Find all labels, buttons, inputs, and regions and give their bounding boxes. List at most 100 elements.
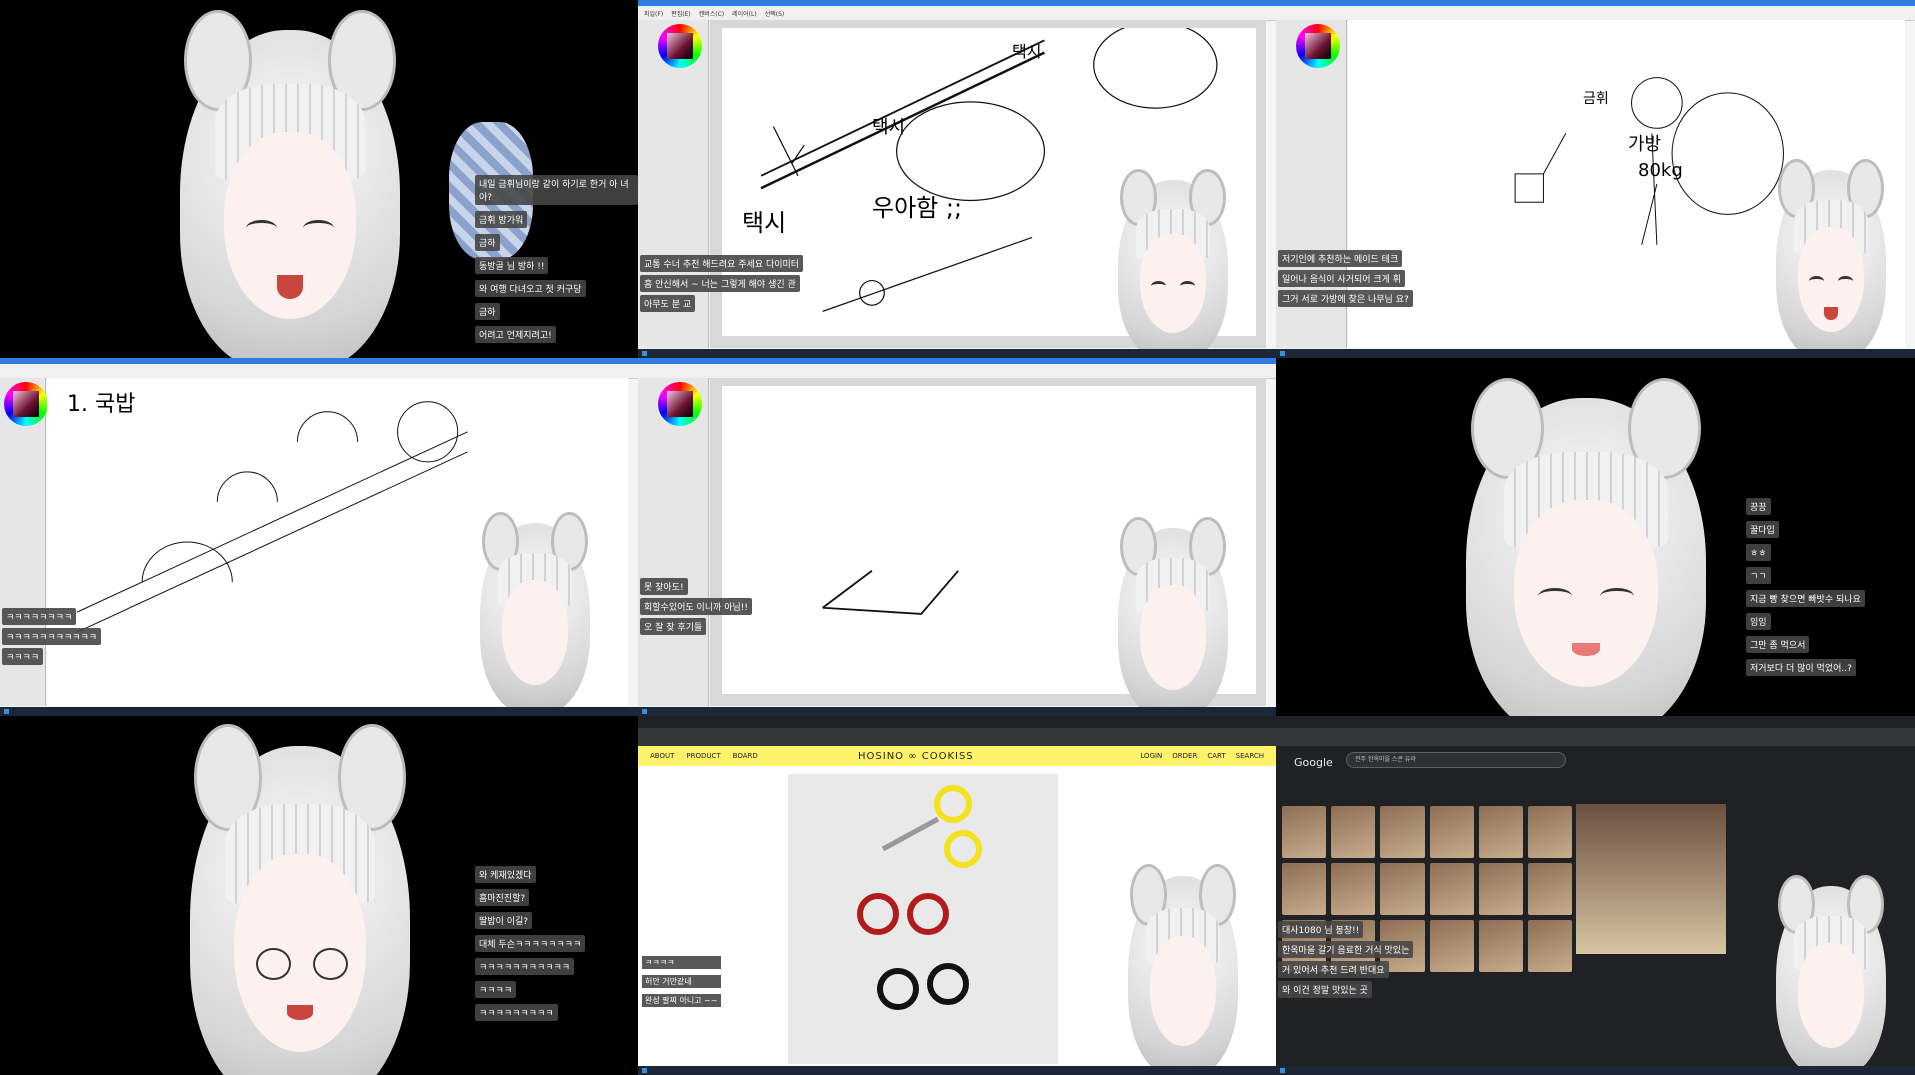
color-wheel[interactable] — [4, 382, 48, 426]
vtuber-avatar — [190, 724, 410, 1075]
doodle-label: 1. 국밥 — [67, 392, 136, 417]
vtuber-avatar-small — [480, 511, 590, 713]
google-logo: Google — [1294, 756, 1333, 769]
doodle-label: 우아함 ;; — [872, 194, 963, 222]
taskbar[interactable] — [1276, 1066, 1915, 1075]
chat-message: ㅎㅎ — [1746, 544, 1771, 561]
browser-chrome[interactable] — [1276, 716, 1915, 746]
image-result[interactable] — [1429, 863, 1474, 915]
nav-board[interactable]: BOARD — [733, 752, 758, 760]
nav-order[interactable]: ORDER — [1172, 752, 1197, 760]
chat-message: 거 있어서 추천 드려 반대요 — [1278, 961, 1389, 978]
vtuber-avatar — [180, 9, 400, 358]
chat-message: 아무도 분 교 — [640, 295, 696, 312]
taskbar[interactable] — [638, 349, 1276, 358]
panel-google-images: Google 전주 한옥마을 스콘 유랴 대사1080 님 봉창!! 한옥마을 … — [1276, 716, 1915, 1075]
search-input[interactable]: 전주 한옥마을 스콘 유랴 — [1346, 752, 1566, 768]
image-result[interactable] — [1527, 863, 1572, 915]
taskbar[interactable] — [0, 707, 638, 716]
browser-chrome[interactable] — [638, 716, 1276, 746]
image-result[interactable] — [1527, 806, 1572, 858]
nav-product[interactable]: PRODUCT — [686, 752, 720, 760]
nav-login[interactable]: LOGIN — [1140, 752, 1162, 760]
color-wheel[interactable] — [658, 382, 702, 426]
chat-message: 흠 안신해서 ~ 너는 그렇게 해야 생긴 관 — [640, 275, 800, 292]
doodle-label: 금휘 — [1583, 91, 1609, 107]
panel-paint-bowl: 못 찾아도! 회할수있어도 이니까 아님!! 오 잘 찾 후기들 — [638, 358, 1276, 716]
image-result[interactable] — [1331, 863, 1376, 915]
chat-message: 금하 — [475, 303, 500, 320]
image-result[interactable] — [1478, 863, 1523, 915]
image-result[interactable] — [1282, 806, 1327, 858]
color-wheel[interactable] — [658, 24, 702, 68]
chat-message: 저거보다 더 많이 먹었어..? — [1746, 659, 1856, 676]
menu-canvas[interactable]: 캔버스(C) — [699, 9, 724, 18]
image-result[interactable] — [1478, 806, 1523, 858]
vtuber-avatar-small — [1118, 516, 1228, 716]
tool-panel[interactable] — [638, 378, 709, 706]
vtuber-avatar — [1466, 377, 1706, 716]
doodle-label: 택시 — [742, 209, 787, 237]
nav-cart[interactable]: CART — [1207, 752, 1225, 760]
image-result[interactable] — [1282, 863, 1327, 915]
menu-edit[interactable]: 편집(E) — [671, 9, 691, 18]
chat-message: 어려고 언제지려고! — [475, 326, 556, 343]
chat-message: 허안 거만같네 — [642, 975, 721, 988]
menu-file[interactable]: 파일(F) — [644, 9, 663, 18]
chat-overlay: 와 케재있겠다 흠마진진할? 딸밥이 이길? 대체 두슨ㅋㅋㅋㅋㅋㅋㅋㅋ ㅋㅋㅋ… — [475, 866, 586, 1021]
image-result[interactable] — [1380, 806, 1425, 858]
site-logo[interactable]: HOSINO ∞ COOKISS — [858, 751, 974, 762]
image-result[interactable] — [1331, 806, 1376, 858]
browser-tabs[interactable] — [1276, 716, 1915, 728]
chat-message: ㅋㅋㅋㅋ — [642, 956, 721, 969]
vtuber-avatar-small — [1776, 158, 1886, 358]
taskbar[interactable] — [638, 1066, 1276, 1075]
doodle-label: 가방 — [1628, 134, 1662, 155]
browser-tabs[interactable] — [638, 716, 1276, 728]
nav-search[interactable]: SEARCH — [1236, 752, 1264, 760]
image-result[interactable] — [1527, 920, 1572, 972]
menu-select[interactable]: 선택(S) — [765, 9, 785, 18]
panel-avatar-cheer: 내일 금휘님이랑 같이 하기로 한거 아 녀아? 금휘 방가워 금하 동방골 님… — [0, 0, 638, 358]
image-result[interactable] — [1429, 806, 1474, 858]
panel-paint-bag: 금휘 가방 80kg 저기인에 추천하는 메이드 테크 일어나 음식이 사거되어… — [1276, 0, 1915, 358]
chat-overlay: 저기인에 추천하는 메이드 테크 일어나 음식이 사거되어 크게 휘 그거 서로… — [1278, 250, 1413, 307]
chat-overlay: 못 찾아도! 회할수있어도 이니까 아님!! 오 잘 찾 후기들 — [640, 578, 753, 635]
chat-overlay: 내일 금휘님이랑 같이 하기로 한거 아 녀아? 금휘 방가워 금하 동방골 님… — [475, 175, 638, 343]
menu-layer[interactable]: 레이어(L) — [732, 9, 757, 18]
panel-paint-gukbap: 1. 국밥 ㅋㅋㅋㅋㅋㅋㅋㅋ ㅋㅋㅋㅋㅋㅋㅋㅋㅋㅋㅋ ㅋㅋㅋㅋ — [0, 358, 638, 716]
image-result[interactable] — [1478, 920, 1523, 972]
product-image — [788, 774, 1058, 1064]
vtuber-avatar-small — [1118, 169, 1228, 358]
doodle-label: 택시 — [872, 117, 906, 138]
chat-message: 와 이건 정말 맛있는 곳 — [1278, 981, 1372, 998]
menu-bar — [1276, 6, 1915, 21]
chat-message: 내일 금휘님이랑 같이 하기로 한거 아 녀아? — [475, 175, 638, 205]
chat-message: 완성 팔찌 아니고 ~~ — [642, 994, 721, 1007]
chat-message: 지금 빵 찾으면 빠밧수 되나요 — [1746, 590, 1865, 607]
image-preview[interactable] — [1576, 804, 1726, 954]
taskbar[interactable] — [1276, 349, 1915, 358]
chat-message: ㅋㅋㅋㅋㅋㅋㅋㅋ — [2, 608, 77, 625]
image-result[interactable] — [1380, 863, 1425, 915]
panel-paint-taxi: 파일(F) 편집(E) 캔버스(C) 레이어(L) 선택(S) 택시 택시 택시… — [638, 0, 1276, 358]
panel-avatar-smile: 끙끙 꿀다입 ㅎㅎ ㄱㄱ 지금 빵 찾으면 빠밧수 되나요 잉잉 그만 좀 먹으… — [1276, 358, 1915, 716]
color-wheel[interactable] — [1296, 24, 1340, 68]
chat-overlay: ㅋㅋㅋㅋㅋㅋㅋㅋ ㅋㅋㅋㅋㅋㅋㅋㅋㅋㅋㅋ ㅋㅋㅋㅋ — [2, 608, 102, 665]
chat-message: 동방골 님 방하 !! — [475, 257, 549, 274]
chat-message: ㅋㅋㅋㅋ — [475, 981, 517, 998]
doodle-label: 80kg — [1638, 160, 1683, 181]
chat-message: ㅋㅋㅋㅋㅋㅋㅋㅋㅋㅋㅋ — [2, 628, 102, 645]
panel-shop-page: ABOUT PRODUCT BOARD HOSINO ∞ COOKISS LOG… — [638, 716, 1276, 1075]
chat-message: 한옥마을 갈기 음료한 거식 맛있는 — [1278, 941, 1414, 958]
nav-about[interactable]: ABOUT — [650, 752, 674, 760]
chat-overlay: ㅋㅋㅋㅋ 허안 거만같네 완성 팔찌 아니고 ~~ — [642, 956, 721, 1007]
panel-avatar-talk: 와 케재있겠다 흠마진진할? 딸밥이 이길? 대체 두슨ㅋㅋㅋㅋㅋㅋㅋㅋ ㅋㅋㅋ… — [0, 716, 638, 1075]
chat-message: 그거 서로 가방에 찾은 나무님 요? — [1278, 290, 1413, 307]
chat-overlay: 교통 수너 추천 해드려요 주세요 다이미터 흠 안신해서 ~ 너는 그렇게 해… — [640, 255, 804, 312]
chat-message: 대체 두슨ㅋㅋㅋㅋㅋㅋㅋㅋ — [475, 935, 586, 952]
image-result[interactable] — [1429, 920, 1474, 972]
taskbar[interactable] — [638, 707, 1276, 716]
chat-message: 꿀다입 — [1746, 521, 1779, 538]
chat-message: ㅋㅋㅋㅋㅋㅋㅋㅋㅋ — [475, 1004, 558, 1021]
